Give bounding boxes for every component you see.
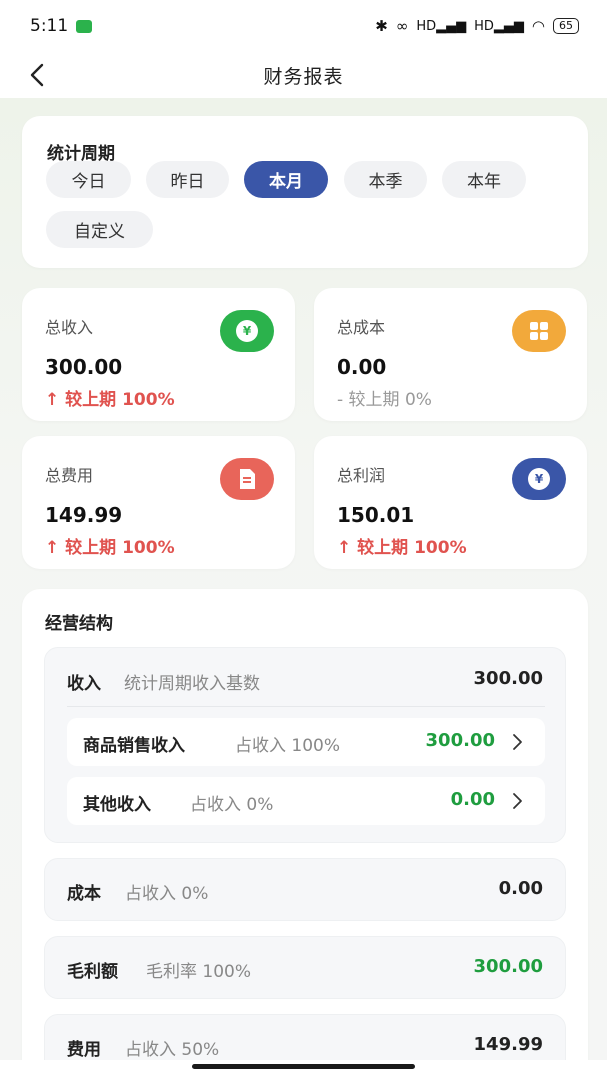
nav-bar: 财务报表 xyxy=(0,52,607,98)
period-card: 统计周期 今日 昨日 本月 本季 本年 自定义 xyxy=(22,116,588,268)
link-icon: ∞ xyxy=(395,17,409,35)
app-notification-icon xyxy=(76,19,93,33)
document-icon xyxy=(220,458,274,500)
stat-card-total-income: 总收入 ¥ 300.00 ↑ 较上期 100% xyxy=(22,288,295,421)
stat-value: 0.00 xyxy=(337,355,387,379)
stat-label: 总成本 xyxy=(337,318,386,337)
gross-profit-title: 毛利额 xyxy=(67,962,118,982)
stat-change: - 较上期 0% xyxy=(337,390,432,410)
back-icon[interactable] xyxy=(22,58,52,92)
status-time: 5:11 xyxy=(30,16,69,36)
gross-profit-row: 毛利额 毛利率 100% 300.00 xyxy=(44,936,566,999)
signal-icon: HD▂▄▆ xyxy=(416,18,467,34)
divider xyxy=(67,706,545,707)
stat-card-total-cost: 总成本 0.00 - 较上期 0% xyxy=(314,288,587,421)
income-item-value: 300.00 xyxy=(425,730,495,751)
cost-value: 0.00 xyxy=(498,878,543,899)
period-chip-this-quarter[interactable]: 本季 xyxy=(344,161,427,198)
page-title: 财务报表 xyxy=(263,65,344,88)
grid-icon xyxy=(512,310,566,352)
cost-title: 成本 xyxy=(67,884,101,904)
expense-title: 费用 xyxy=(67,1040,101,1060)
period-chip-today[interactable]: 今日 xyxy=(46,161,131,198)
income-item-value: 0.00 xyxy=(450,789,495,810)
stat-value: 150.01 xyxy=(337,503,415,527)
income-item-subtitle: 占收入 100% xyxy=(235,736,341,756)
expense-row: 费用 占收入 50% 149.99 xyxy=(44,1014,566,1060)
period-chip-yesterday[interactable]: 昨日 xyxy=(146,161,229,198)
status-bar: 5:11 ✱ ∞ HD▂▄▆ HD▂▄▆ ◠ 65 xyxy=(0,0,607,52)
stat-value: 300.00 xyxy=(45,355,123,379)
gross-profit-value: 300.00 xyxy=(473,956,543,977)
chevron-right-icon xyxy=(513,734,522,750)
gross-profit-subtitle: 毛利率 100% xyxy=(146,962,252,982)
income-group: 收入 统计周期收入基数 300.00 商品销售收入 占收入 100% 300.0… xyxy=(44,647,566,843)
stat-label: 总利润 xyxy=(337,466,386,485)
expense-value: 149.99 xyxy=(473,1034,543,1055)
signal-icon-2: HD▂▄▆ xyxy=(474,18,524,34)
battery-icon: 65 xyxy=(553,18,579,34)
structure-title: 经营结构 xyxy=(45,614,113,634)
content-area: 统计周期 今日 昨日 本月 本季 本年 自定义 总收入 ¥ 300.00 ↑ 较… xyxy=(0,98,607,1060)
period-chip-this-month[interactable]: 本月 xyxy=(244,161,328,198)
period-chip-custom[interactable]: 自定义 xyxy=(46,211,153,248)
income-subtitle: 统计周期收入基数 xyxy=(124,674,260,694)
income-value: 300.00 xyxy=(473,668,543,689)
stat-change: ↑ 较上期 100% xyxy=(337,538,467,558)
stat-card-total-profit: 总利润 ¥ 150.01 ↑ 较上期 100% xyxy=(314,436,587,569)
income-item-product-sales[interactable]: 商品销售收入 占收入 100% 300.00 xyxy=(67,718,545,766)
chevron-right-icon xyxy=(513,793,522,809)
cost-row: 成本 占收入 0% 0.00 xyxy=(44,858,566,921)
home-indicator[interactable] xyxy=(192,1064,415,1069)
wifi-icon: ◠ xyxy=(531,17,545,35)
stat-label: 总收入 xyxy=(45,318,94,337)
bottom-bar xyxy=(0,1060,607,1080)
yuan-icon: ¥ xyxy=(512,458,566,500)
stat-change: ↑ 较上期 100% xyxy=(45,538,175,558)
structure-card: 经营结构 收入 统计周期收入基数 300.00 商品销售收入 占收入 100% … xyxy=(22,589,588,1060)
income-item-subtitle: 占收入 0% xyxy=(190,795,274,815)
stat-value: 149.99 xyxy=(45,503,123,527)
income-item-other[interactable]: 其他收入 占收入 0% 0.00 xyxy=(67,777,545,825)
expense-subtitle: 占收入 50% xyxy=(125,1040,220,1060)
income-item-title: 商品销售收入 xyxy=(83,736,185,756)
income-title: 收入 xyxy=(67,674,101,694)
stat-label: 总费用 xyxy=(45,466,94,485)
bluetooth-icon: ✱ xyxy=(375,17,388,35)
cost-subtitle: 占收入 0% xyxy=(125,884,209,904)
period-chip-this-year[interactable]: 本年 xyxy=(442,161,526,198)
stat-card-total-expense: 总费用 149.99 ↑ 较上期 100% xyxy=(22,436,295,569)
income-item-title: 其他收入 xyxy=(83,795,151,815)
yuan-icon: ¥ xyxy=(220,310,274,352)
stat-change: ↑ 较上期 100% xyxy=(45,390,175,410)
